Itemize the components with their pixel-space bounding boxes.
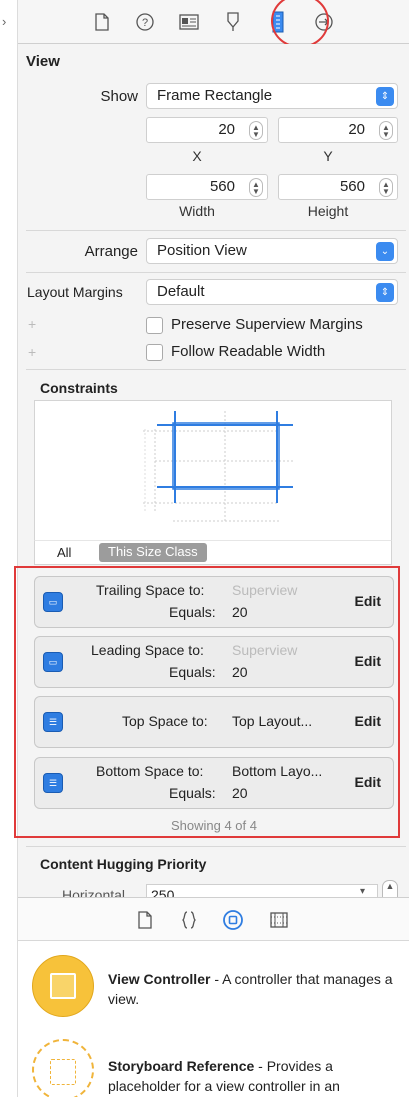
horizontal-label: Horizontal: [62, 887, 126, 897]
identity-inspector-icon[interactable]: [177, 10, 201, 34]
code-snippet-icon[interactable]: [177, 908, 201, 932]
y-value: 20: [348, 121, 365, 138]
tab-this-size-class[interactable]: This Size Class: [99, 543, 207, 562]
popup-stepper-icon: ⇕: [376, 87, 394, 106]
follow-readable-label: Follow Readable Width: [171, 343, 326, 360]
divider: [26, 230, 406, 231]
x-stepper[interactable]: ▲ ▼: [249, 121, 263, 140]
file-inspector-icon[interactable]: [90, 10, 114, 34]
layout-margins-value: Default: [157, 283, 205, 300]
highlight-circle: [271, 0, 329, 48]
svg-text:?: ?: [142, 17, 148, 29]
file-template-icon[interactable]: [133, 908, 157, 932]
popup-stepper-icon: ⇕: [376, 283, 394, 302]
show-popup-value: Frame Rectangle: [157, 87, 273, 104]
tab-all[interactable]: All: [57, 545, 71, 560]
y-label: Y: [323, 148, 333, 164]
preserve-margins-checkbox[interactable]: [146, 317, 163, 334]
library-tab-bar: [18, 897, 409, 941]
arrange-popup[interactable]: Position View ⌄: [146, 238, 398, 264]
height-label: Height: [307, 203, 349, 219]
object-library-icon[interactable]: [221, 908, 245, 932]
plus-icon[interactable]: +: [28, 316, 36, 332]
y-field[interactable]: 20 ▲ ▼: [278, 117, 398, 143]
constraints-diagram-graphic: [143, 411, 295, 522]
divider: [26, 272, 406, 273]
object-library-list: View Controller - A controller that mana…: [18, 941, 409, 1097]
storyboard-reference-icon: [32, 1039, 94, 1097]
height-field[interactable]: 560 ▲ ▼: [278, 174, 398, 200]
chevron-down-icon: ⌄: [376, 242, 394, 261]
arrange-label: Arrange: [84, 243, 138, 260]
width-value: 560: [209, 178, 235, 195]
view-controller-icon: [32, 955, 94, 1017]
content-hugging-title: Content Hugging Priority: [40, 856, 207, 872]
y-stepper[interactable]: ▲ ▼: [379, 121, 393, 140]
width-label: Width: [179, 203, 215, 219]
x-value: 20: [218, 121, 235, 138]
library-item-name: View Controller: [108, 971, 211, 987]
attributes-inspector-icon[interactable]: [221, 10, 245, 34]
layout-margins-label: Layout Margins: [27, 284, 123, 300]
height-value: 560: [339, 178, 365, 195]
arrange-popup-value: Position View: [157, 242, 247, 259]
chevron-right-icon[interactable]: ›: [2, 14, 6, 29]
height-stepper[interactable]: ▲ ▼: [379, 178, 393, 197]
constraints-title: Constraints: [40, 380, 118, 396]
divider: [26, 369, 406, 370]
view-section-title: View: [26, 53, 60, 70]
x-label: X: [192, 148, 202, 164]
preserve-margins-label: Preserve Superview Margins: [171, 316, 363, 333]
horizontal-priority-value: 250: [151, 887, 175, 897]
width-stepper[interactable]: ▲ ▼: [249, 178, 263, 197]
quick-help-icon[interactable]: ?: [133, 10, 157, 34]
width-field[interactable]: 560 ▲ ▼: [146, 174, 268, 200]
priority-stepper[interactable]: ▲: [382, 880, 398, 897]
library-item-name: Storyboard Reference: [108, 1058, 255, 1074]
divider: [26, 846, 406, 847]
media-library-icon[interactable]: [267, 908, 291, 932]
follow-readable-checkbox[interactable]: [146, 344, 163, 361]
left-gutter: ›: [0, 0, 18, 1097]
chevron-down-icon[interactable]: ▾: [360, 886, 365, 897]
horizontal-priority-field[interactable]: 250: [146, 884, 378, 897]
show-label: Show: [100, 88, 138, 105]
x-field[interactable]: 20 ▲ ▼: [146, 117, 268, 143]
layout-margins-popup[interactable]: Default ⇕: [146, 279, 398, 305]
highlight-rectangle: [14, 566, 400, 838]
show-popup[interactable]: Frame Rectangle ⇕: [146, 83, 398, 109]
plus-icon[interactable]: +: [28, 344, 36, 360]
inspector-tab-bar: ?: [18, 0, 409, 48]
constraints-filter-tabs: All This Size Class: [34, 540, 392, 565]
